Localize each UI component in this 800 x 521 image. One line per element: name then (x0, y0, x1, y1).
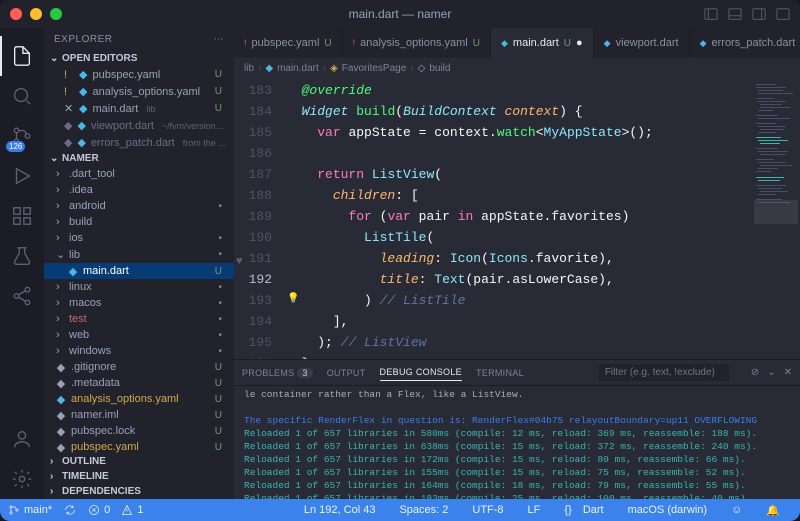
eol-item[interactable]: LF (528, 504, 541, 517)
more-icon[interactable]: ⋯ (214, 34, 225, 45)
scm-badge: 126 (6, 141, 25, 152)
code-content[interactable]: @override Widget build(BuildContext cont… (286, 78, 752, 359)
breadcrumb[interactable]: lib› ◆main.dart› ◈FavoritesPage› ◇build (234, 58, 800, 78)
close-panel-icon[interactable]: ✕ (784, 367, 792, 378)
branch-item[interactable]: main* (8, 504, 52, 516)
problems-tab[interactable]: PROBLEMS3 (242, 365, 313, 381)
extensions-icon[interactable] (0, 196, 44, 236)
explorer-icon[interactable] (0, 36, 44, 76)
filter-input[interactable] (599, 364, 729, 381)
folder-item[interactable]: ›.dart_tool (44, 166, 234, 182)
editor-tab[interactable]: ◆main.dart U ● (491, 28, 594, 58)
minimap-canvas (754, 82, 798, 359)
minimap[interactable] (752, 78, 800, 359)
share-icon[interactable] (0, 276, 44, 316)
open-editor-item[interactable]: !◆pubspec.yamlU (44, 66, 234, 83)
folder-item[interactable]: ›.idea (44, 182, 234, 198)
testing-icon[interactable] (0, 236, 44, 276)
editor-area: !pubspec.yaml U!analysis_options.yaml U◆… (234, 28, 800, 499)
debug-console-output[interactable]: le container rather than a Flex, like a … (234, 386, 800, 499)
panel-tabs: PROBLEMS3 OUTPUT DEBUG CONSOLE TERMINAL … (234, 360, 800, 386)
open-editor-item[interactable]: ◆◆viewport.dart~/fvm/versions/stable/pac… (44, 117, 234, 134)
folder-item[interactable]: ⌄lib• (44, 246, 234, 263)
explorer-sidebar: EXPLORER⋯ ⌄OPEN EDITORS !◆pubspec.yamlU!… (44, 28, 234, 499)
device-item[interactable]: macOS (darwin) (628, 504, 707, 517)
folder-item[interactable]: ›android• (44, 198, 234, 214)
debug-icon[interactable] (0, 156, 44, 196)
errors-item[interactable]: 0 1 (88, 504, 143, 516)
line-numbers: 183184185186187188189190♥191192193194195… (234, 78, 286, 359)
file-item[interactable]: ◆.gitignoreU (44, 359, 234, 375)
cursor-position[interactable]: Ln 192, Col 43 (304, 504, 376, 517)
terminal-tab[interactable]: TERMINAL (476, 365, 524, 381)
activity-bar: 126 (0, 28, 44, 499)
file-item[interactable]: ◆namer.imlU (44, 407, 234, 423)
file-item[interactable]: ◆analysis_options.yamlU (44, 391, 234, 407)
file-item[interactable]: ◆pubspec.lockU (44, 423, 234, 439)
language-item[interactable]: {} Dart (564, 504, 603, 517)
spaces-item[interactable]: Spaces: 2 (399, 504, 448, 517)
editor-tab[interactable]: !pubspec.yaml U (234, 28, 343, 58)
folder-item[interactable]: ›macos• (44, 295, 234, 311)
code-editor[interactable]: 183184185186187188189190♥191192193194195… (234, 78, 800, 359)
settings-icon[interactable] (0, 459, 44, 499)
clear-icon[interactable]: ⊘ (751, 367, 759, 378)
sync-item[interactable] (64, 504, 76, 516)
status-bar: main* 0 1 Ln 192, Col 43 Spaces: 2 UTF-8… (0, 499, 800, 521)
dependencies-header[interactable]: ›DEPENDENCIES (44, 484, 234, 499)
folder-item[interactable]: ›windows• (44, 343, 234, 359)
open-editor-item[interactable]: ◆◆errors_patch.dartfrom the SDK (44, 134, 234, 151)
editor-tab[interactable]: !analysis_options.yaml U (343, 28, 491, 58)
folder-item[interactable]: ›web• (44, 327, 234, 343)
editor-tab[interactable]: ◆errors_patch.dart (690, 28, 800, 58)
titlebar: main.dart — namer (0, 0, 800, 28)
output-tab[interactable]: OUTPUT (327, 365, 366, 381)
panel-filter[interactable] (599, 364, 729, 381)
debug-console-tab[interactable]: DEBUG CONSOLE (380, 364, 462, 381)
search-icon[interactable] (0, 76, 44, 116)
open-editor-item[interactable]: ✕◆main.dartlibU (44, 100, 234, 117)
open-editor-item[interactable]: !◆analysis_options.yamlU (44, 83, 234, 100)
file-item[interactable]: ◆.metadataU (44, 375, 234, 391)
file-item[interactable]: ◆main.dartU (44, 263, 234, 279)
bell-icon[interactable]: 🔔 (766, 504, 780, 517)
project-header[interactable]: ⌄NAMER (44, 151, 234, 166)
file-item[interactable]: ◆pubspec.yamlU (44, 439, 234, 454)
encoding-item[interactable]: UTF-8 (472, 504, 503, 517)
source-control-icon[interactable]: 126 (0, 116, 44, 156)
bottom-panel: PROBLEMS3 OUTPUT DEBUG CONSOLE TERMINAL … (234, 359, 800, 499)
editor-tabs: !pubspec.yaml U!analysis_options.yaml U◆… (234, 28, 800, 58)
sidebar-title: EXPLORER⋯ (44, 28, 234, 51)
open-editors-header[interactable]: ⌄OPEN EDITORS (44, 51, 234, 66)
folder-item[interactable]: ›linux• (44, 279, 234, 295)
folder-item[interactable]: ›ios• (44, 230, 234, 246)
feedback-icon[interactable]: ☺ (731, 504, 742, 517)
editor-tab[interactable]: ◆viewport.dart (594, 28, 690, 58)
folder-item[interactable]: ›build (44, 214, 234, 230)
chevron-down-icon[interactable]: ⌄ (767, 367, 775, 378)
folder-item[interactable]: ›test• (44, 311, 234, 327)
window-title: main.dart — namer (0, 7, 800, 21)
timeline-header[interactable]: ›TIMELINE (44, 469, 234, 484)
outline-header[interactable]: ›OUTLINE (44, 454, 234, 469)
account-icon[interactable] (0, 419, 44, 459)
